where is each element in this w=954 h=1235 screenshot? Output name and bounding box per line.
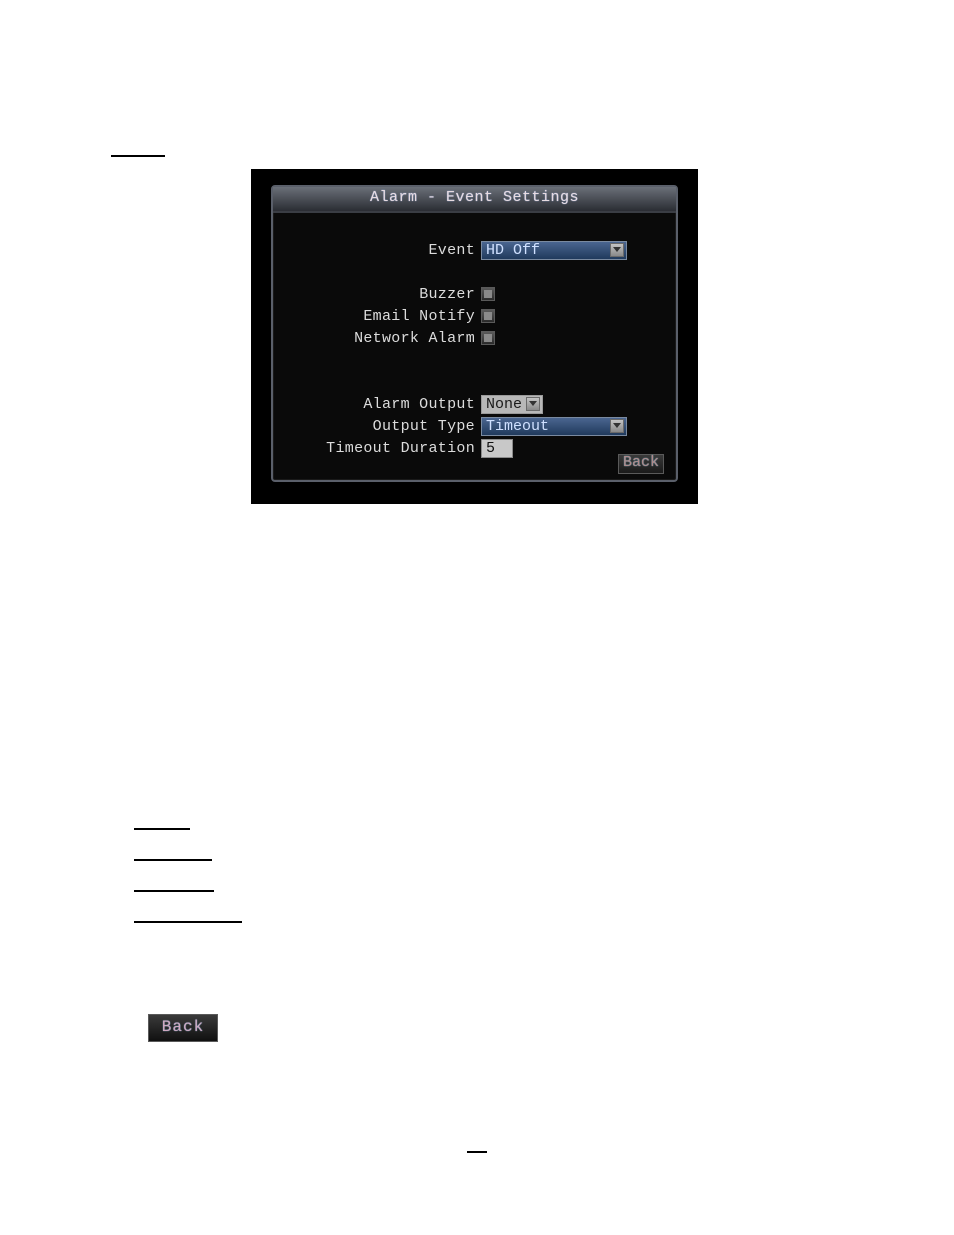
chevron-down-icon (526, 397, 540, 411)
network-alarm-checkbox[interactable] (481, 331, 495, 345)
output-type-dropdown[interactable]: Timeout (481, 417, 627, 436)
underline (134, 859, 212, 861)
email-notify-checkbox[interactable] (481, 309, 495, 323)
buzzer-checkbox[interactable] (481, 287, 495, 301)
dialog-title: Alarm - Event Settings (273, 187, 676, 213)
email-notify-label: Email Notify (285, 308, 481, 325)
event-value: HD Off (486, 242, 606, 259)
timeout-duration-label: Timeout Duration (285, 440, 481, 457)
underline (134, 921, 242, 923)
back-button[interactable]: Back (618, 454, 664, 474)
alarm-output-value: None (486, 396, 522, 413)
page-footer-dash (467, 1151, 487, 1153)
alarm-event-settings-dialog: Alarm - Event Settings Event HD Off (251, 169, 698, 504)
output-type-value: Timeout (486, 418, 606, 435)
underline (134, 828, 190, 830)
output-type-label: Output Type (285, 418, 481, 435)
back-button-image: Back (148, 1014, 218, 1042)
buzzer-label: Buzzer (285, 286, 481, 303)
alarm-output-label: Alarm Output (285, 396, 481, 413)
alarm-output-dropdown[interactable]: None (481, 395, 543, 414)
underline (111, 155, 165, 157)
chevron-down-icon (610, 243, 624, 257)
underline (134, 890, 214, 892)
chevron-down-icon (610, 419, 624, 433)
event-label: Event (285, 242, 481, 259)
timeout-duration-input[interactable]: 5 (481, 439, 513, 458)
event-dropdown[interactable]: HD Off (481, 241, 627, 260)
network-alarm-label: Network Alarm (285, 330, 481, 347)
